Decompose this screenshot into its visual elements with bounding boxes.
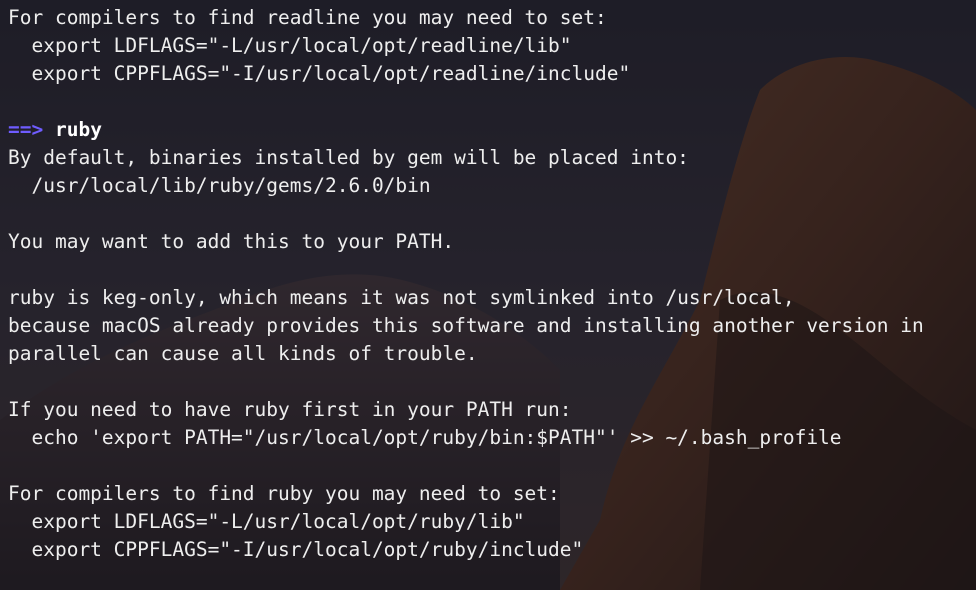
caveats-header-line: ==> ruby xyxy=(8,116,970,144)
terminal-line: export LDFLAGS="-L/usr/local/opt/ruby/li… xyxy=(8,510,525,533)
terminal-line: export CPPFLAGS="-I/usr/local/opt/readli… xyxy=(8,62,631,85)
terminal-line: parallel can cause all kinds of trouble. xyxy=(8,342,478,365)
terminal-line: export CPPFLAGS="-I/usr/local/opt/ruby/i… xyxy=(8,538,584,561)
terminal-line: For compilers to find ruby you may need … xyxy=(8,482,560,505)
terminal-line: echo 'export PATH="/usr/local/opt/ruby/b… xyxy=(8,426,842,449)
terminal-line: For compilers to find readline you may n… xyxy=(8,6,607,29)
package-name: ruby xyxy=(54,118,102,141)
terminal-line: because macOS already provides this soft… xyxy=(8,314,924,337)
terminal-line: /usr/local/lib/ruby/gems/2.6.0/bin xyxy=(8,174,431,197)
terminal-line: You may want to add this to your PATH. xyxy=(8,230,455,253)
caveats-arrow: ==> xyxy=(8,118,44,141)
terminal-line: By default, binaries installed by gem wi… xyxy=(8,146,689,169)
terminal-output[interactable]: For compilers to find readline you may n… xyxy=(8,4,970,564)
terminal-line: If you need to have ruby first in your P… xyxy=(8,398,572,421)
terminal-line: export LDFLAGS="-L/usr/local/opt/readlin… xyxy=(8,34,572,57)
terminal-line: ruby is keg-only, which means it was not… xyxy=(8,286,795,309)
